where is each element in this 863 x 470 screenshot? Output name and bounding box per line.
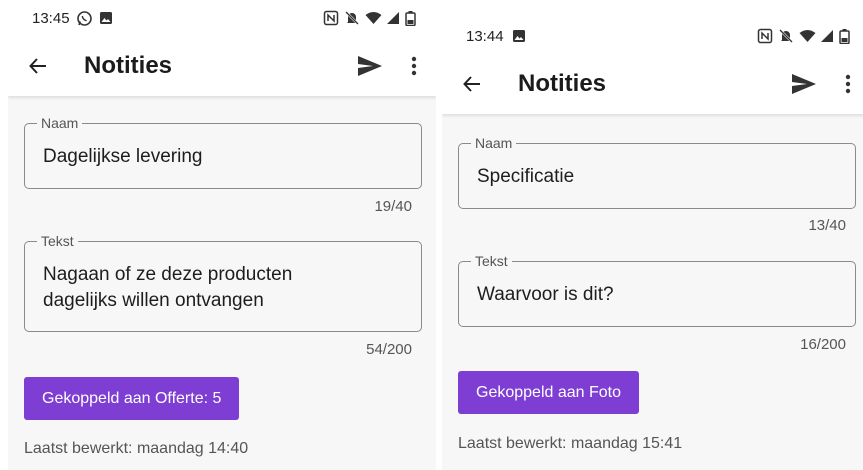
phone-screen-2: 13:44 Notities Naam Specificatie 13/40 T…	[442, 18, 863, 470]
status-time: 13:45	[32, 9, 70, 27]
text-field[interactable]: Tekst Nagaan of ze deze producten dageli…	[24, 233, 422, 332]
name-field-label: Naam	[37, 115, 83, 131]
mute-icon	[778, 28, 794, 44]
whatsapp-icon	[76, 10, 93, 27]
signal-icon	[821, 29, 834, 43]
name-field-value[interactable]: Dagelijkse levering	[25, 124, 421, 170]
nfc-icon	[757, 28, 773, 44]
name-field-counter: 13/40	[808, 217, 846, 234]
status-time: 13:44	[466, 27, 504, 45]
nfc-icon	[323, 10, 339, 26]
name-field[interactable]: Naam Specificatie	[458, 135, 856, 209]
name-field[interactable]: Naam Dagelijkse levering	[24, 115, 422, 189]
text-field-value[interactable]: Nagaan of ze deze producten dagelijks wi…	[25, 242, 421, 314]
more-vert-icon[interactable]	[404, 50, 424, 82]
status-bar: 13:45	[8, 0, 436, 36]
linked-to-photo-button[interactable]: Gekoppeld aan Foto	[458, 371, 639, 414]
text-field-label: Tekst	[37, 233, 78, 249]
signal-icon	[387, 11, 400, 25]
wifi-icon	[799, 29, 816, 43]
send-icon[interactable]	[354, 50, 386, 82]
send-icon[interactable]	[788, 68, 820, 100]
name-field-label: Naam	[471, 135, 517, 151]
page-title: Notities	[84, 52, 173, 79]
app-bar: Notities	[8, 36, 436, 96]
text-field-counter: 16/200	[800, 336, 846, 353]
linked-to-quote-button[interactable]: Gekoppeld aan Offerte: 5	[24, 377, 240, 420]
last-edited-text: Laatst bewerkt: maandag 14:40	[24, 440, 249, 457]
status-bar: 13:44	[442, 18, 863, 54]
gallery-icon	[512, 29, 526, 43]
phone-screen-1: 13:45 Notities Naam Dagelijkse levering …	[8, 0, 436, 470]
name-field-value[interactable]: Specificatie	[459, 144, 855, 190]
text-field-counter: 54/200	[366, 341, 412, 358]
battery-icon	[839, 28, 850, 44]
name-field-counter: 19/40	[374, 198, 412, 215]
gallery-icon	[99, 11, 113, 25]
text-field-value[interactable]: Waarvoor is dit?	[459, 262, 855, 308]
arrow-back-icon[interactable]	[458, 70, 486, 98]
mute-icon	[344, 10, 360, 26]
text-field-label: Tekst	[471, 253, 512, 269]
last-edited-text: Laatst bewerkt: maandag 15:41	[458, 435, 683, 452]
page-title: Notities	[518, 70, 607, 97]
battery-icon	[405, 10, 416, 26]
arrow-back-icon[interactable]	[24, 52, 52, 80]
more-vert-icon[interactable]	[838, 68, 858, 100]
wifi-icon	[365, 11, 382, 25]
text-field[interactable]: Tekst Waarvoor is dit?	[458, 253, 856, 327]
app-bar: Notities	[442, 54, 863, 114]
